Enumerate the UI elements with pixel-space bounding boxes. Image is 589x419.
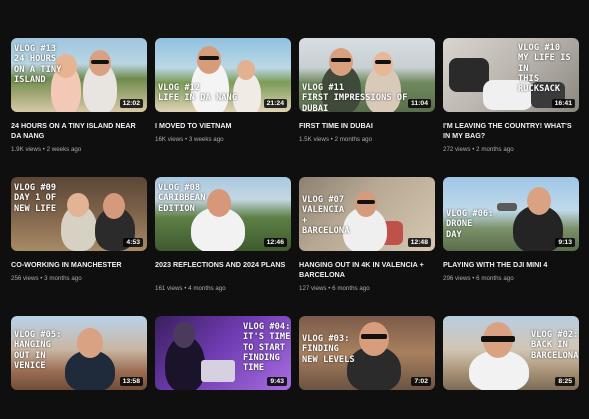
meta-separator: • (42, 146, 45, 153)
video-duration: 12:48 (407, 238, 431, 247)
video-title[interactable]: PLAYING WITH THE DJI MINI 4 (443, 260, 579, 270)
meta-separator: • (472, 275, 475, 282)
video-duration: 13:58 (119, 377, 143, 386)
video-duration: 21:24 (263, 99, 287, 108)
video-thumbnail[interactable]: VLOG #03: FINDING NEW LEVELS 7:02 (299, 316, 435, 390)
video-duration: 12:46 (263, 238, 287, 247)
video-duration: 7:02 (411, 377, 431, 386)
video-age: 2 months ago (334, 136, 373, 143)
video-meta: 296 views • 6 months ago (443, 275, 514, 282)
video-duration: 4:53 (123, 238, 143, 247)
video-meta: 16K views • 3 weeks ago (155, 136, 224, 143)
video-views: 272 views (443, 146, 471, 153)
thumbnail-overlay-text: VLOG #12 LIFE IN DA NANG (158, 83, 238, 104)
thumbnail-overlay-text: VLOG #08 CARIBBEAN EDITION (158, 183, 206, 214)
video-thumbnail[interactable]: VLOG #08 CARIBBEAN EDITION 12:46 (155, 177, 291, 251)
video-meta: 127 views • 6 months ago (299, 285, 370, 292)
thumbnail-overlay-text: VLOG #13 24 HOURS ON A TINY ISLAND (14, 44, 62, 85)
meta-separator: • (184, 136, 188, 143)
video-thumbnail[interactable]: VLOG #10 MY LIFE IS IN THIS RUCKSACK 16:… (443, 38, 579, 112)
video-thumbnail[interactable]: VLOG #02: BACK IN BARCELONA 8:25 (443, 316, 579, 390)
video-thumbnail[interactable]: VLOG #12 LIFE IN DA NANG 21:24 (155, 38, 291, 112)
video-duration: 12:02 (119, 99, 143, 108)
video-meta: 161 views • 4 months ago (155, 285, 226, 292)
meta-separator: • (328, 285, 331, 292)
video-thumbnail[interactable]: VLOG #05: HANGING OUT IN VENICE 13:58 (11, 316, 147, 390)
meta-separator: • (40, 275, 43, 282)
video-duration: 9:43 (267, 377, 287, 386)
video-thumbnail[interactable]: VLOG #04: IT'S TIME TO START FINDING TIM… (155, 316, 291, 390)
video-views: 256 views (11, 275, 39, 282)
video-title[interactable]: I MOVED TO VIETNAM (155, 121, 291, 131)
thumbnail-overlay-text: VLOG #05: HANGING OUT IN VENICE (14, 330, 62, 371)
meta-separator: • (184, 285, 187, 292)
video-views: 16K views (155, 136, 184, 143)
video-views: 127 views (299, 285, 327, 292)
video-age: 2 weeks ago (46, 146, 82, 153)
video-title[interactable]: 2023 REFLECTIONS AND 2024 PLANS (155, 260, 291, 270)
video-age: 3 weeks ago (188, 136, 224, 143)
video-views: 296 views (443, 275, 471, 282)
video-age: 4 months ago (188, 285, 226, 292)
thumbnail-overlay-text: VLOG #06: DRONE DAY (446, 209, 494, 240)
video-title[interactable]: CO-WORKING IN MANCHESTER (11, 260, 147, 270)
video-age: 6 months ago (332, 285, 370, 292)
video-meta: 1.9K views • 2 weeks ago (11, 146, 81, 153)
video-duration: 11:04 (407, 99, 431, 108)
thumbnail-overlay-text: VLOG #09 DAY 1 OF NEW LIFE (14, 183, 57, 214)
video-duration: 9:13 (555, 238, 575, 247)
thumbnail-overlay-text: VLOG #07 VALENCIA + BARCELONA (302, 195, 350, 236)
thumbnail-overlay-text: VLOG #02: BACK IN BARCELONA (531, 330, 579, 361)
video-duration: 8:25 (555, 377, 575, 386)
video-thumbnail[interactable]: VLOG #11 FIRST IMPRESSIONS OF DUBAI 11:0… (299, 38, 435, 112)
video-meta: 1.5K views • 2 months ago (299, 136, 372, 143)
video-meta: 256 views • 3 months ago (11, 275, 82, 282)
video-title[interactable]: HANGING OUT IN 4K IN VALENCIA + BARCELON… (299, 260, 435, 280)
video-age: 6 months ago (476, 275, 514, 282)
thumbnail-overlay-text: VLOG #03: FINDING NEW LEVELS (302, 334, 355, 365)
video-views: 161 views (155, 285, 183, 292)
meta-separator: • (330, 136, 333, 143)
video-age: 2 months ago (476, 146, 514, 153)
video-thumbnail[interactable]: VLOG #13 24 HOURS ON A TINY ISLAND 12:02 (11, 38, 147, 112)
video-thumbnail[interactable]: VLOG #07 VALENCIA + BARCELONA 12:48 (299, 177, 435, 251)
video-title[interactable]: I'M LEAVING THE COUNTRY! WHAT'S IN MY BA… (443, 121, 579, 141)
video-title[interactable]: 24 HOURS ON A TINY ISLAND NEAR DA NANG (11, 121, 147, 141)
video-age: 3 months ago (44, 275, 82, 282)
video-title[interactable]: FIRST TIME IN DUBAI (299, 121, 435, 131)
thumbnail-overlay-text: VLOG #04: IT'S TIME TO START FINDING TIM… (243, 322, 291, 374)
video-thumbnail[interactable]: VLOG #09 DAY 1 OF NEW LIFE 4:53 (11, 177, 147, 251)
video-views: 1.5K views (299, 136, 329, 143)
thumbnail-overlay-text: VLOG #10 MY LIFE IS IN THIS RUCKSACK (518, 43, 571, 95)
video-duration: 16:41 (551, 99, 575, 108)
video-meta: 272 views • 2 months ago (443, 146, 514, 153)
video-views: 1.9K views (11, 146, 41, 153)
video-thumbnail[interactable]: VLOG #06: DRONE DAY 9:13 (443, 177, 579, 251)
meta-separator: • (472, 146, 475, 153)
